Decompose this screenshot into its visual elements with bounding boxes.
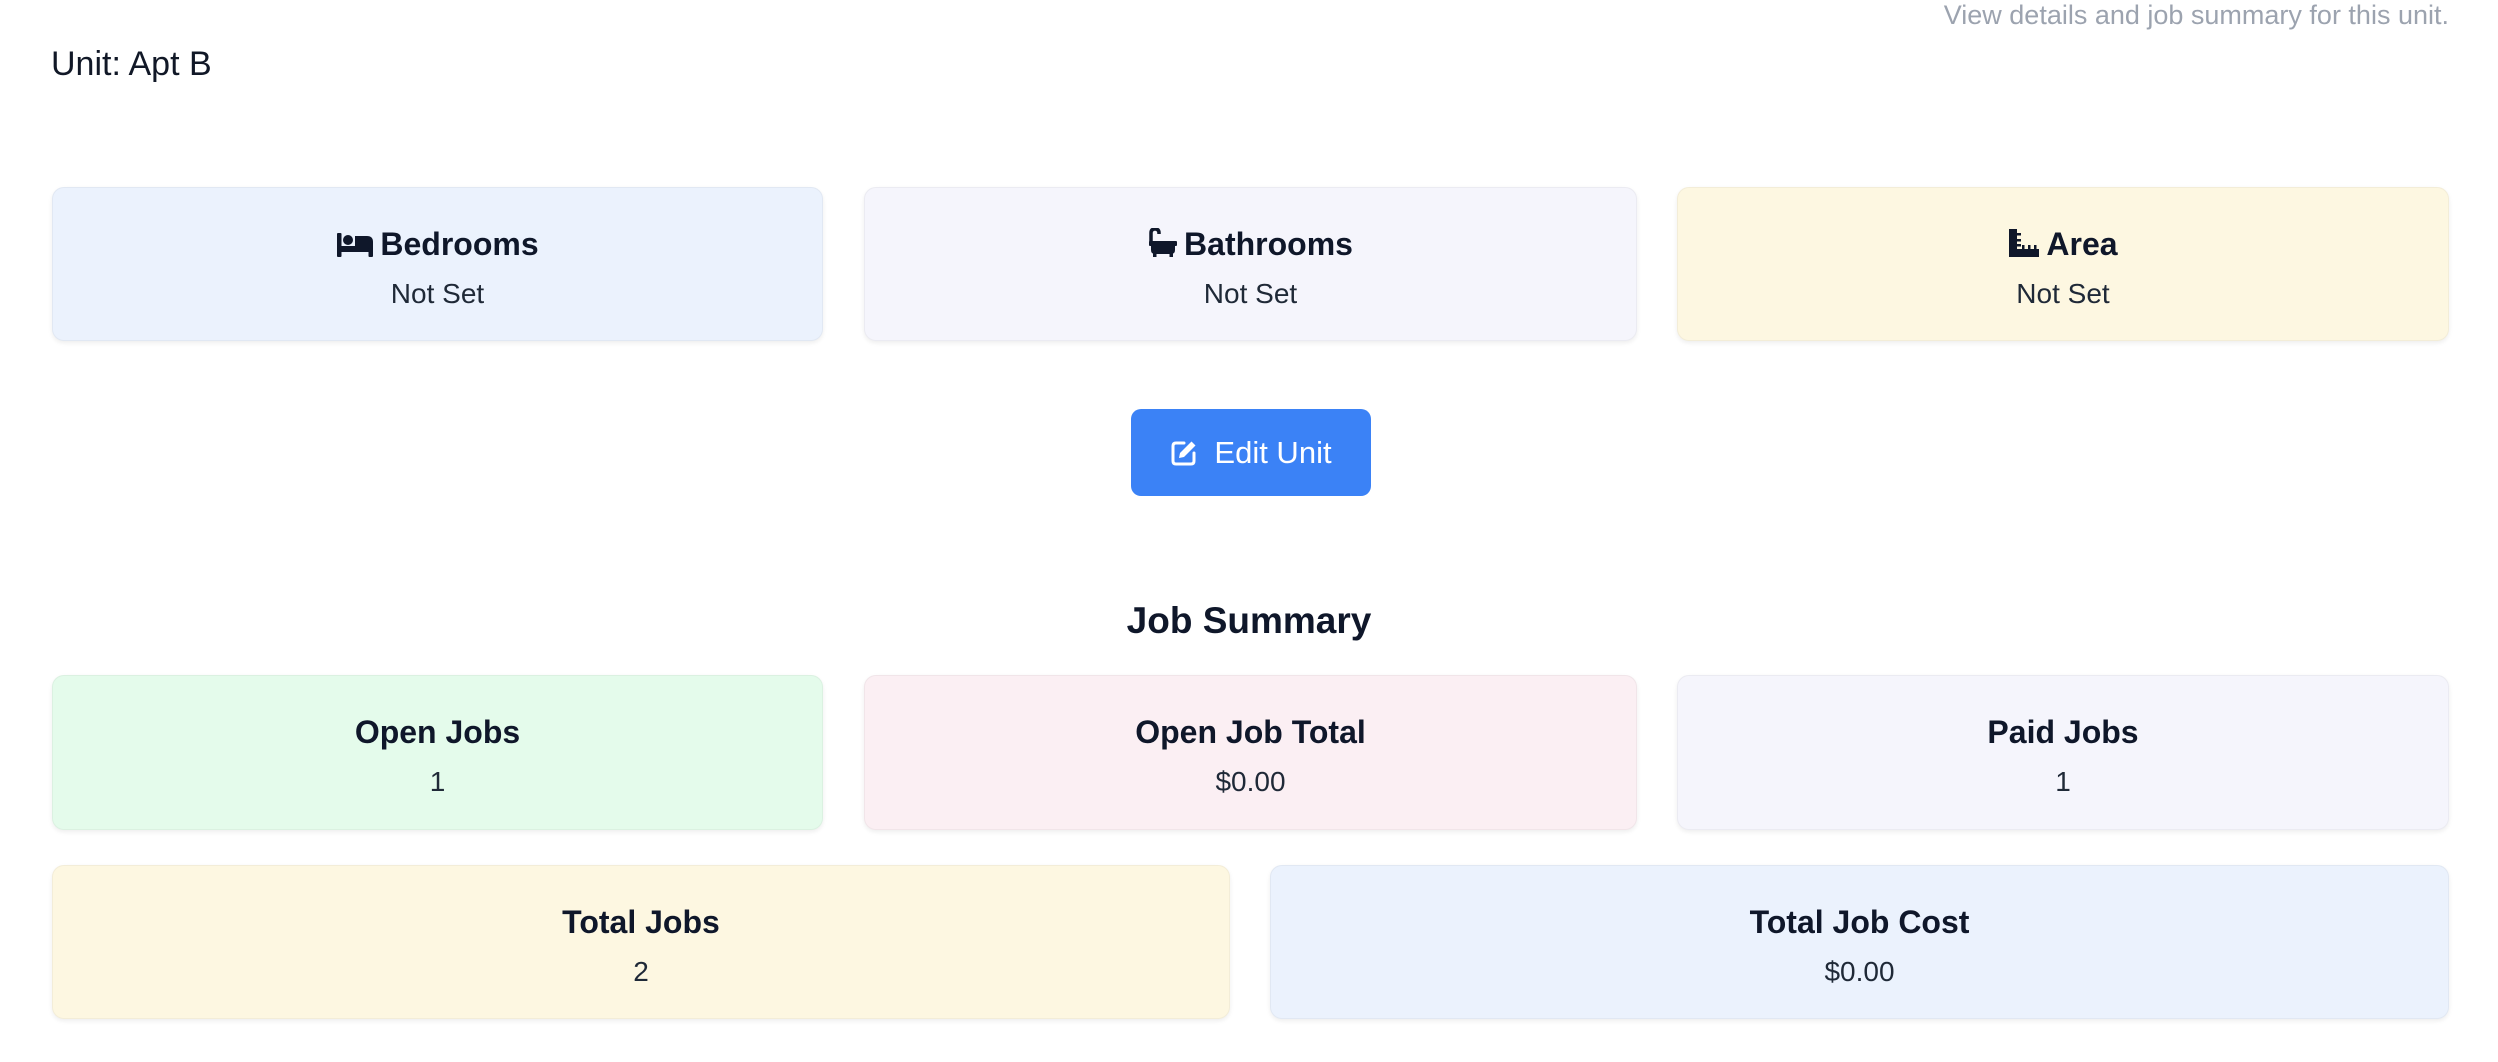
total-jobs-label: Total Jobs: [562, 904, 720, 940]
total-jobs-value: 2: [633, 956, 649, 987]
area-value: Not Set: [2016, 278, 2110, 309]
open-jobs-card: Open Jobs 1: [52, 675, 823, 830]
edit-unit-button[interactable]: Edit Unit: [1131, 409, 1371, 496]
bathrooms-card: Bathrooms Not Set: [864, 187, 1637, 341]
ruler-icon: [2008, 228, 2040, 258]
open-job-total-card: Open Job Total $0.00: [864, 675, 1637, 830]
total-jobs-card: Total Jobs 2: [52, 865, 1230, 1019]
edit-icon: [1170, 439, 1198, 467]
total-job-cost-value: $0.00: [1824, 956, 1895, 987]
paid-jobs-value: 1: [2055, 766, 2071, 797]
bedrooms-value: Not Set: [390, 278, 485, 309]
edit-unit-label: Edit Unit: [1214, 434, 1332, 470]
unit-details-page: View details and job summary for this un…: [0, 0, 2498, 1062]
bathrooms-value: Not Set: [1203, 278, 1298, 309]
area-label: Area: [2046, 226, 2118, 262]
total-job-cost-card: Total Job Cost $0.00: [1270, 865, 2449, 1019]
open-jobs-value: 1: [429, 766, 446, 797]
total-job-cost-label: Total Job Cost: [1749, 904, 1970, 940]
bedrooms-card: Bedrooms Not Set: [52, 187, 823, 341]
bed-icon: [336, 230, 374, 258]
open-job-total-label: Open Job Total: [1135, 714, 1366, 750]
page-title: Unit: Apt B: [51, 45, 212, 83]
open-job-total-value: $0.00: [1215, 766, 1286, 797]
bathrooms-label: Bathrooms: [1184, 226, 1353, 262]
open-jobs-label: Open Jobs: [354, 714, 521, 750]
page-subtitle: View details and job summary for this un…: [1943, 0, 2449, 30]
bath-icon: [1148, 228, 1178, 258]
paid-jobs-card: Paid Jobs 1: [1677, 675, 2449, 830]
job-summary-title: Job Summary: [1126, 600, 1372, 641]
area-card: Area Not Set: [1677, 187, 2449, 341]
bedrooms-label: Bedrooms: [380, 226, 539, 262]
paid-jobs-label: Paid Jobs: [1987, 714, 2139, 750]
